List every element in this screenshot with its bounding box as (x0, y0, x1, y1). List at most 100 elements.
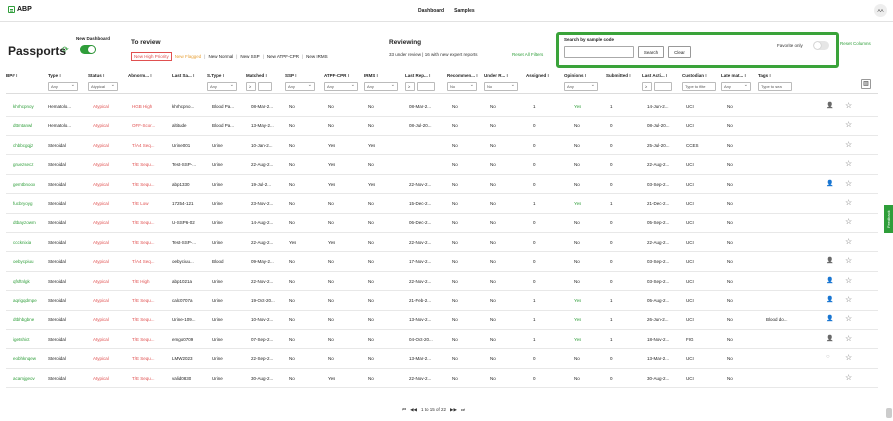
assign-user-icon[interactable]: 👤 (826, 102, 833, 109)
reset-all-filters-link[interactable]: Reset All Filters (512, 52, 543, 57)
favorite-star-icon[interactable]: ☆ (845, 198, 852, 207)
column-filter-input[interactable] (654, 82, 672, 91)
column-filter[interactable]: Type to sea (758, 82, 792, 91)
last-page-icon[interactable]: ⏭ (461, 407, 465, 413)
column-header[interactable]: Status ⁝ (88, 73, 104, 79)
favorite-star-icon[interactable]: ☆ (845, 120, 852, 129)
column-header[interactable]: Tags ⁝ (758, 73, 771, 79)
link-new-high-priority[interactable]: New High Priority (131, 52, 172, 61)
column-filter-input[interactable] (417, 82, 435, 91)
refresh-icon[interactable]: ⟳ (62, 45, 71, 54)
bp-link[interactable]: igetshict (13, 337, 30, 342)
assign-user-icon[interactable]: 👤 (826, 335, 833, 342)
table-row[interactable]: dtbayzowm Steroidal Atypical T/E Sequ... U-S… (6, 213, 878, 233)
column-header[interactable]: BP# ⁝ (6, 73, 17, 79)
column-filter[interactable]: No (484, 82, 518, 91)
column-header[interactable]: Opinions ⁝ (564, 73, 586, 79)
column-header[interactable]: Custodian ⁝ (682, 73, 707, 79)
assigned-user-icon[interactable]: 👤 (826, 315, 833, 322)
bp-link[interactable]: gemtbnoox (13, 182, 35, 187)
assigned-user-icon[interactable]: 👤 (826, 296, 833, 303)
favorite-star-icon[interactable]: ☆ (845, 295, 852, 304)
new-dashboard-toggle[interactable] (80, 45, 96, 54)
favorite-star-icon[interactable]: ☆ (845, 256, 852, 265)
loading-icon[interactable]: ○ (826, 354, 830, 360)
table-row[interactable]: qfsftnlgk Steroidal Atypical T/E High abp102… (6, 272, 878, 292)
favorite-star-icon[interactable]: ☆ (845, 276, 852, 285)
column-header[interactable]: Assigned ⁝ (526, 73, 549, 79)
bp-link[interactable]: dttmtanwl (13, 123, 32, 128)
column-settings-icon[interactable]: ▥ (861, 79, 871, 89)
column-header[interactable]: SSP ⁝ (285, 73, 297, 79)
reset-columns-link[interactable]: Reset Columns (840, 41, 871, 46)
bp-link[interactable]: dtbhbgbne (13, 317, 34, 322)
column-header[interactable]: Submitted ⁝ (606, 73, 631, 79)
favorite-star-icon[interactable]: ☆ (845, 159, 852, 168)
column-filter[interactable]: Any (364, 82, 398, 91)
column-header[interactable]: Last Acti... ⁝ (642, 73, 667, 79)
reviewing-summary[interactable]: 33 under review | 16 with new expert rep… (389, 52, 477, 57)
favorite-star-icon[interactable]: ☆ (845, 237, 852, 246)
assign-user-icon[interactable]: 👤 (826, 257, 833, 264)
bp-link[interactable]: aqrigqdmpe (13, 298, 37, 303)
scrollbar[interactable] (886, 408, 892, 418)
column-filter[interactable]: Type to filte (682, 82, 716, 91)
favorite-star-icon[interactable]: ☆ (845, 101, 852, 110)
column-filter[interactable]: Any (324, 82, 358, 91)
assigned-user-icon[interactable]: 👤 (826, 277, 833, 284)
search-button[interactable]: Search (638, 46, 664, 58)
column-filter[interactable]: Atypical (88, 82, 118, 91)
table-row[interactable]: dtbhbgbne Steroidal Atypical T/E Sequ... Uri… (6, 310, 878, 330)
favorite-star-icon[interactable]: ☆ (845, 314, 852, 323)
table-row[interactable]: oebycpiuu Steroidal Atypical T/A4 Seq... oeb… (6, 252, 878, 272)
avatar[interactable]: AA (874, 4, 887, 17)
next-page-icon[interactable]: ▶▶ (450, 407, 457, 413)
nav-dashboard[interactable]: Dashboard (418, 8, 444, 14)
column-header[interactable]: ATPF-CPR ⁝ (324, 73, 349, 79)
column-filter[interactable]: ≥ (642, 82, 652, 91)
table-row[interactable]: gruezsecz Steroidal Atypical T/E Sequ... Tes… (6, 155, 878, 175)
column-filter[interactable]: No (447, 82, 477, 91)
favorite-star-icon[interactable]: ☆ (845, 140, 852, 149)
table-row[interactable]: khrhcpnoy Hematolo... Atypical HGB High khrh… (6, 97, 878, 117)
nav-samples[interactable]: Samples (454, 8, 475, 14)
table-row[interactable]: igetshict Steroidal Atypical T/E Sequ... emg… (6, 330, 878, 350)
table-row[interactable]: acamjgeov Steroidal Atypical T/E Sequ... val… (6, 369, 878, 389)
sample-code-search-input[interactable] (564, 46, 634, 58)
table-row[interactable]: cccknixia Steroidal Atypical T/E Sequ... Tes… (6, 233, 878, 253)
column-filter[interactable]: Any (285, 82, 315, 91)
table-row[interactable]: aqrigqdmpe Steroidal Atypical T/E Sequ... ca… (6, 291, 878, 311)
table-row[interactable]: fucbryoyg Steroidal Atypical T/E Low 17254-1… (6, 194, 878, 214)
column-filter[interactable]: Any (207, 82, 237, 91)
link-new-flagged[interactable]: New Flagged (175, 54, 202, 59)
column-filter[interactable]: Any (721, 82, 751, 91)
column-header[interactable]: Type ⁝ (48, 73, 61, 79)
favorite-star-icon[interactable]: ☆ (845, 179, 852, 188)
column-filter-input[interactable] (258, 82, 272, 91)
first-page-icon[interactable]: ⏮ (402, 407, 406, 413)
table-row[interactable]: gemtbnoox Steroidal Atypical T/E Sequ... abp… (6, 175, 878, 195)
favorite-star-icon[interactable]: ☆ (845, 373, 852, 382)
clear-button[interactable]: Clear (668, 46, 691, 58)
table-row[interactable]: dttmtanwl Hematolo... Atypical OFF-Scor... a… (6, 116, 878, 136)
bp-link[interactable]: eobhknqew (13, 356, 36, 361)
column-header[interactable]: Late mat... ⁝ (721, 73, 746, 79)
bp-link[interactable]: khrhcpnoy (13, 104, 34, 109)
column-header[interactable]: Recommen... ⁝ (447, 73, 478, 79)
column-filter[interactable]: Any (564, 82, 598, 91)
link-new-irms[interactable]: New IRMS (306, 54, 328, 59)
favorite-star-icon[interactable]: ☆ (845, 217, 852, 226)
bp-link[interactable]: cccknixia (13, 240, 31, 245)
column-header[interactable]: S.Type ⁝ (207, 73, 224, 79)
bp-link[interactable]: fucbryoyg (13, 201, 33, 206)
table-row[interactable]: eobhknqew Steroidal Atypical T/E Sequ... LMW… (6, 349, 878, 369)
column-filter[interactable]: ≥ (246, 82, 256, 91)
column-filter[interactable]: ≥ (405, 82, 415, 91)
column-header[interactable]: Last Rep... ⁝ (405, 73, 430, 79)
column-header[interactable]: Last Sa... ⁝ (172, 73, 194, 79)
link-new-atpf-cpr[interactable]: New ATPF-CPR (267, 54, 299, 59)
favorite-star-icon[interactable]: ☆ (845, 334, 852, 343)
app-logo[interactable]: ABP (8, 6, 32, 13)
link-new-normal[interactable]: New Normal (208, 54, 233, 59)
link-new-ssp[interactable]: New SSP (240, 54, 259, 59)
